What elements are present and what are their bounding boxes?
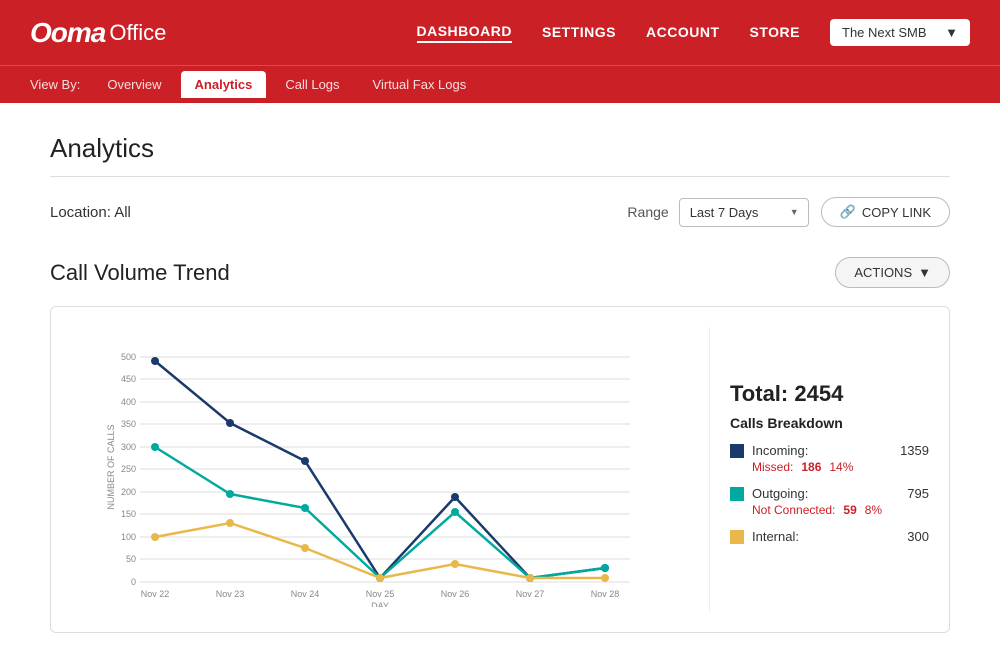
svg-text:Nov 24: Nov 24 bbox=[291, 589, 320, 599]
svg-text:NUMBER OF CALLS: NUMBER OF CALLS bbox=[106, 424, 116, 509]
sub-nav: View By: Overview Analytics Call Logs Vi… bbox=[0, 65, 1000, 103]
not-connected-pct: 8% bbox=[865, 503, 882, 517]
svg-text:450: 450 bbox=[121, 374, 136, 384]
svg-text:50: 50 bbox=[126, 554, 136, 564]
logo-office: Office bbox=[109, 20, 166, 46]
missed-label: Missed: bbox=[752, 460, 793, 474]
incoming-breakdown: Incoming: 1359 Missed: 186 14% bbox=[730, 443, 929, 474]
total-label: Total: 2454 bbox=[730, 381, 929, 407]
range-label: Range bbox=[627, 204, 668, 220]
svg-text:Nov 25: Nov 25 bbox=[366, 589, 395, 599]
tab-analytics[interactable]: Analytics bbox=[181, 71, 267, 98]
not-connected-value: 59 bbox=[843, 503, 856, 517]
chart-legend: Total: 2454 Calls Breakdown Incoming: 13… bbox=[709, 327, 929, 612]
missed-pct: 14% bbox=[829, 460, 853, 474]
incoming-row: Incoming: 1359 bbox=[730, 443, 929, 458]
outgoing-row: Outgoing: 795 bbox=[730, 486, 929, 501]
logo-ooma: Ooma bbox=[30, 17, 105, 49]
missed-value: 186 bbox=[801, 460, 821, 474]
copy-link-label: COPY LINK bbox=[862, 205, 931, 220]
svg-text:DAY: DAY bbox=[371, 601, 389, 607]
main-nav: DASHBOARD SETTINGS ACCOUNT STORE bbox=[417, 23, 801, 43]
internal-color bbox=[730, 530, 744, 544]
svg-text:Nov 28: Nov 28 bbox=[591, 589, 620, 599]
chevron-down-icon: ▼ bbox=[918, 265, 931, 280]
svg-text:Nov 22: Nov 22 bbox=[141, 589, 170, 599]
internal-breakdown: Internal: 300 bbox=[730, 529, 929, 546]
svg-text:200: 200 bbox=[121, 487, 136, 497]
outgoing-value: 795 bbox=[907, 486, 929, 501]
chevron-down-icon: ▼ bbox=[945, 25, 958, 40]
range-select[interactable]: Last 7 Days Last 30 Days Last 90 Days Cu… bbox=[679, 198, 809, 227]
location-label: Location: All bbox=[50, 204, 627, 221]
svg-text:400: 400 bbox=[121, 397, 136, 407]
svg-text:300: 300 bbox=[121, 442, 136, 452]
top-header: Ooma Office DASHBOARD SETTINGS ACCOUNT S… bbox=[0, 0, 1000, 65]
section-title: Call Volume Trend bbox=[50, 260, 835, 286]
range-select-wrapper: Last 7 Days Last 30 Days Last 90 Days Cu… bbox=[679, 198, 809, 227]
tab-virtual-fax-logs[interactable]: Virtual Fax Logs bbox=[359, 71, 481, 98]
svg-text:350: 350 bbox=[121, 419, 136, 429]
tab-call-logs[interactable]: Call Logs bbox=[271, 71, 353, 98]
svg-text:100: 100 bbox=[121, 532, 136, 542]
internal-row: Internal: 300 bbox=[730, 529, 929, 544]
nav-account[interactable]: ACCOUNT bbox=[646, 24, 720, 42]
missed-row: Missed: 186 14% bbox=[730, 460, 929, 474]
svg-text:250: 250 bbox=[121, 464, 136, 474]
outgoing-breakdown: Outgoing: 795 Not Connected: 59 8% bbox=[730, 486, 929, 517]
link-icon: 🔗 bbox=[840, 204, 856, 220]
actions-label: ACTIONS bbox=[854, 265, 912, 280]
outgoing-color bbox=[730, 487, 744, 501]
breakdown-title: Calls Breakdown bbox=[730, 415, 929, 431]
nav-dashboard[interactable]: DASHBOARD bbox=[417, 23, 513, 43]
tab-overview[interactable]: Overview bbox=[93, 71, 175, 98]
svg-text:Nov 27: Nov 27 bbox=[516, 589, 545, 599]
incoming-label: Incoming: bbox=[752, 443, 892, 458]
copy-link-button[interactable]: 🔗 COPY LINK bbox=[821, 197, 950, 227]
chart-area: NUMBER OF CALLS 0 50 100 150 200 250 300 bbox=[71, 327, 689, 612]
logo-area: Ooma Office bbox=[30, 17, 166, 49]
internal-label: Internal: bbox=[752, 529, 899, 544]
main-content: Analytics Location: All Range Last 7 Day… bbox=[0, 103, 1000, 663]
svg-text:150: 150 bbox=[121, 509, 136, 519]
chart-container: NUMBER OF CALLS 0 50 100 150 200 250 300 bbox=[50, 306, 950, 633]
actions-button[interactable]: ACTIONS ▼ bbox=[835, 257, 950, 288]
svg-text:500: 500 bbox=[121, 352, 136, 362]
incoming-color bbox=[730, 444, 744, 458]
nav-settings[interactable]: SETTINGS bbox=[542, 24, 616, 42]
svg-text:Nov 26: Nov 26 bbox=[441, 589, 470, 599]
svg-text:Nov 23: Nov 23 bbox=[216, 589, 245, 599]
internal-value: 300 bbox=[907, 529, 929, 544]
not-connected-row: Not Connected: 59 8% bbox=[730, 503, 929, 517]
divider bbox=[50, 176, 950, 177]
section-title-row: Call Volume Trend ACTIONS ▼ bbox=[50, 257, 950, 288]
account-selector[interactable]: The Next SMB ▼ bbox=[830, 19, 970, 46]
nav-store[interactable]: STORE bbox=[750, 24, 800, 42]
not-connected-label: Not Connected: bbox=[752, 503, 835, 517]
chart-svg: NUMBER OF CALLS 0 50 100 150 200 250 300 bbox=[71, 327, 689, 607]
account-selector-label: The Next SMB bbox=[842, 25, 927, 40]
svg-text:0: 0 bbox=[131, 577, 136, 587]
incoming-value: 1359 bbox=[900, 443, 929, 458]
outgoing-label: Outgoing: bbox=[752, 486, 899, 501]
view-by-label: View By: bbox=[30, 77, 80, 92]
page-title: Analytics bbox=[50, 133, 950, 164]
controls-row: Location: All Range Last 7 Days Last 30 … bbox=[50, 197, 950, 227]
